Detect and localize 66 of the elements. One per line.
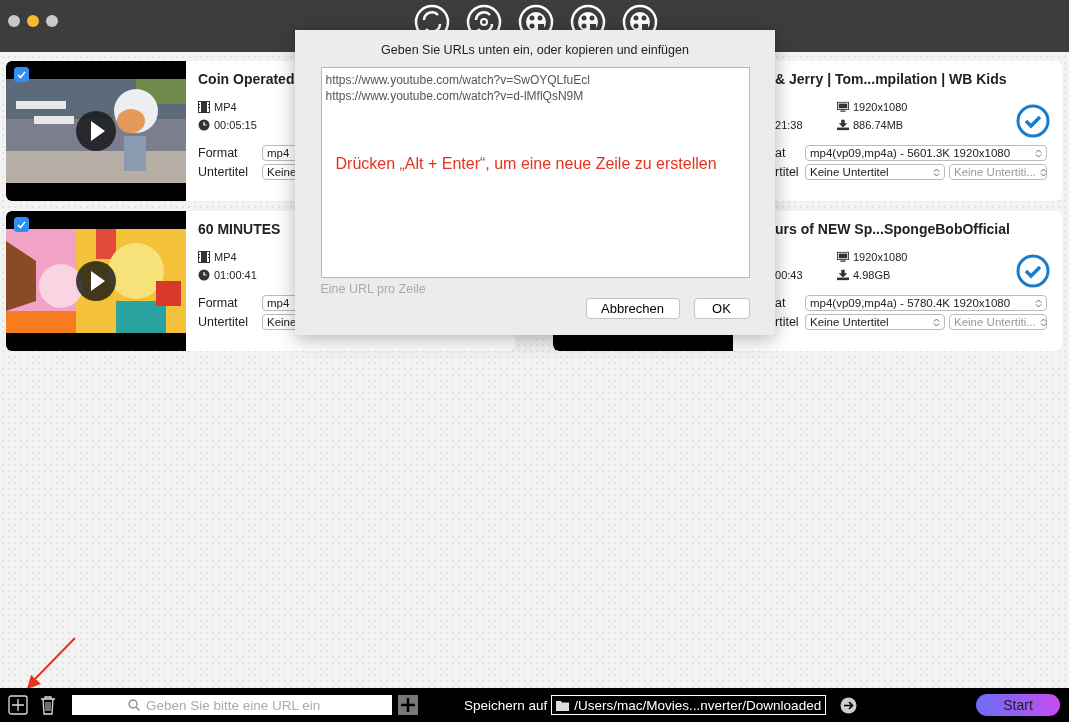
stepper-icon [933,166,940,178]
film-icon [198,101,210,113]
arrow-right-icon[interactable] [840,696,858,714]
save-label: Speichern auf [464,697,548,713]
hint-text: Drücken „Alt + Enter“, um eine neue Zeile zu erstellen [335,155,718,173]
check-circle-icon[interactable] [1016,254,1050,288]
subtitle-select[interactable]: Keine Untertitel [805,164,945,180]
ok-button[interactable]: OK [693,298,750,319]
stepper-icon [1039,316,1047,328]
duration: :00:43 [772,269,803,281]
monitor-icon [837,251,849,263]
subtitle-label: rtitel [775,315,797,329]
resolution: 1920x1080 [853,251,908,263]
format-type: MP4 [214,101,237,113]
url-line: https://www.youtube.com/watch?v=d-lMflQsN9M [325,88,585,104]
resolution: 1920x1080 [853,101,908,113]
window-control[interactable] [46,15,58,27]
url-line: https://www.youtube.com/watch?v=SwOYQLfuEcl [325,72,591,88]
subtitle-select[interactable]: Keine Untertitel [805,314,945,330]
video-title: Coin Operated [198,71,295,89]
check-circle-icon[interactable] [1016,104,1050,138]
duration: 00:05:15 [214,119,257,131]
file-size: 4.98GB [853,269,891,281]
subtitle-label: rtitel [775,165,797,179]
cancel-button[interactable]: Abbrechen [585,298,680,319]
format-label: Format [198,296,239,310]
add-icon[interactable] [8,695,28,715]
download-icon [837,119,849,131]
dialog-title: Geben Sie URLs unten ein, oder kopieren und einfügen [381,43,689,59]
url-text-area[interactable]: https://www.youtube.com/watch?v=SwOYQLfuEcl https://www.youtube.com/watch?v=d-lMflQsN9M Drücken „Alt + Enter“, um eine neue Zeile zu erstellen [320,67,750,278]
stepper-icon [933,316,940,328]
duration: 01:00:41 [214,269,257,281]
video-title: 60 MINUTES [198,221,281,239]
stepper-icon [1039,166,1047,178]
film-icon [198,251,210,263]
start-button[interactable]: Start [976,694,1060,716]
trash-icon[interactable] [38,695,58,715]
download-icon [837,269,849,281]
stepper-icon [1035,147,1042,159]
clock-icon [198,119,210,131]
play-icon[interactable] [76,261,116,301]
folder-icon [556,699,570,711]
format-select[interactable]: mp4(vp09,mp4a) - 5601.3K 1920x1080 [805,145,1047,161]
format-label: at [775,296,787,310]
window-control[interactable] [27,15,39,27]
format-label: at [775,146,787,160]
window-control[interactable] [8,15,20,27]
subtitle-label: Untertitel [198,165,250,179]
help-text: Eine URL pro Zeile [320,282,426,296]
add-button[interactable] [398,695,418,715]
stepper-icon [1035,297,1042,309]
play-icon[interactable] [76,111,116,151]
video-title: urs of NEW Sp...SpongeBobOfficial [775,221,1010,239]
checkbox[interactable] [14,67,29,82]
duration: :21:38 [772,119,803,131]
monitor-icon [837,101,849,113]
format-select[interactable]: mp4(vp09,mp4a) - 5780.4K 1920x1080 [805,295,1047,311]
file-size: 886.74MB [853,119,904,131]
video-title: & Jerry | Tom...mpilation | WB Kids [775,71,1007,89]
subtitle-label: Untertitel [198,315,250,329]
checkbox[interactable] [14,217,29,232]
url-search-field[interactable]: Geben Sie bitte eine URL ein [72,695,392,715]
save-path-field[interactable]: /Users/mac/Movies...nverter/Downloaded [551,695,827,715]
format-type: MP4 [214,251,237,263]
clock-icon [198,269,210,281]
format-label: Format [198,146,239,160]
